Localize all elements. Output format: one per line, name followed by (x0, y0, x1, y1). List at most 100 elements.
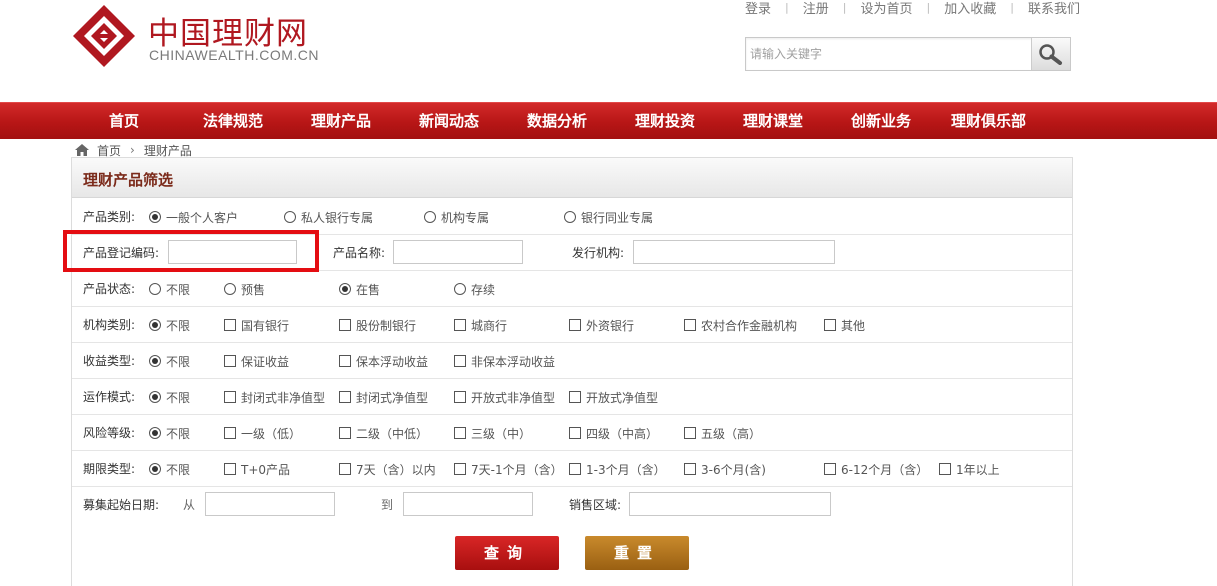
check-open-non-nav[interactable]: 开放式非净值型 (454, 379, 555, 415)
set-homepage-link[interactable]: 设为首页 (852, 0, 920, 17)
checkbox[interactable] (454, 391, 466, 403)
checkbox[interactable] (224, 427, 236, 439)
check-term-t0[interactable]: T+0产品 (224, 451, 290, 487)
radio-checked[interactable] (149, 211, 161, 223)
contact-link[interactable]: 联系我们 (1020, 0, 1088, 17)
date-from-input[interactable] (205, 492, 335, 516)
radio-checked[interactable] (149, 427, 161, 439)
radio-status-any[interactable]: 不限 (149, 271, 190, 307)
check-foreign-bank[interactable]: 外资银行 (569, 307, 634, 343)
check-non-protected[interactable]: 非保本浮动收益 (454, 343, 555, 379)
radio[interactable] (564, 211, 576, 223)
query-button[interactable]: 查询 (455, 536, 559, 570)
reset-button[interactable]: 重置 (585, 536, 689, 570)
reg-code-input[interactable] (168, 240, 297, 264)
check-term-6-12m[interactable]: 6-12个月（含） (824, 451, 928, 487)
product-name-input[interactable] (393, 240, 523, 264)
checkbox[interactable] (224, 319, 236, 331)
radio-checked[interactable] (149, 355, 161, 367)
nav-innovation[interactable]: 创新业务 (851, 103, 911, 140)
radio[interactable] (424, 211, 436, 223)
date-to-input[interactable] (403, 492, 533, 516)
checkbox[interactable] (224, 391, 236, 403)
check-joint-stock-bank[interactable]: 股份制银行 (339, 307, 416, 343)
check-term-7d-1m[interactable]: 7天-1个月（含） (454, 451, 563, 487)
checkbox[interactable] (569, 319, 581, 331)
check-open-nav[interactable]: 开放式净值型 (569, 379, 658, 415)
issuer-input[interactable] (633, 240, 835, 264)
radio-risk-any[interactable]: 不限 (149, 415, 190, 451)
add-favorite-link[interactable]: 加入收藏 (936, 0, 1004, 17)
check-closed-nav[interactable]: 封闭式净值型 (339, 379, 428, 415)
radio[interactable] (224, 283, 236, 295)
checkbox[interactable] (224, 355, 236, 367)
radio-status-existing[interactable]: 存续 (454, 271, 495, 307)
nav-classroom[interactable]: 理财课堂 (743, 103, 803, 140)
checkbox[interactable] (684, 319, 696, 331)
radio[interactable] (284, 211, 296, 223)
radio[interactable] (454, 283, 466, 295)
check-guaranteed[interactable]: 保证收益 (224, 343, 289, 379)
nav-data[interactable]: 数据分析 (527, 103, 587, 140)
radio-category-general[interactable]: 一般个人客户 (149, 199, 238, 235)
nav-club[interactable]: 理财俱乐部 (951, 103, 1026, 140)
search-input[interactable] (750, 44, 1028, 64)
breadcrumb-home[interactable]: 首页 (97, 142, 121, 159)
radio-status-presale[interactable]: 预售 (224, 271, 265, 307)
radio-checked[interactable] (149, 463, 161, 475)
nav-law[interactable]: 法律规范 (203, 103, 263, 140)
radio-term-any[interactable]: 不限 (149, 451, 190, 487)
register-link[interactable]: 注册 (795, 0, 837, 17)
checkbox[interactable] (454, 463, 466, 475)
nav-invest[interactable]: 理财投资 (635, 103, 695, 140)
check-term-1-3m[interactable]: 1-3个月（含） (569, 451, 666, 487)
checkbox[interactable] (684, 427, 696, 439)
checkbox[interactable] (339, 355, 351, 367)
checkbox[interactable] (224, 463, 236, 475)
radio-status-onsale[interactable]: 在售 (339, 271, 380, 307)
radio[interactable] (149, 283, 161, 295)
checkbox[interactable] (684, 463, 696, 475)
nav-home[interactable]: 首页 (109, 103, 139, 140)
nav-products[interactable]: 理财产品 (311, 103, 371, 140)
checkbox[interactable] (569, 427, 581, 439)
check-risk-5[interactable]: 五级（高） (684, 415, 761, 451)
radio-checked[interactable] (339, 283, 351, 295)
check-state-bank[interactable]: 国有银行 (224, 307, 289, 343)
checkbox[interactable] (339, 391, 351, 403)
check-term-7d[interactable]: 7天（含）以内 (339, 451, 436, 487)
radio-institution-any[interactable]: 不限 (149, 307, 190, 343)
check-city-bank[interactable]: 城商行 (454, 307, 507, 343)
check-risk-3[interactable]: 三级（中） (454, 415, 531, 451)
checkbox[interactable] (569, 391, 581, 403)
login-link[interactable]: 登录 (737, 0, 779, 17)
check-rural-coop[interactable]: 农村合作金融机构 (684, 307, 797, 343)
check-term-3-6m[interactable]: 3-6个月(含) (684, 451, 766, 487)
checkbox[interactable] (824, 319, 836, 331)
radio-category-institution[interactable]: 机构专属 (424, 199, 489, 235)
radio-category-private[interactable]: 私人银行专属 (284, 199, 373, 235)
checkbox[interactable] (454, 319, 466, 331)
checkbox[interactable] (454, 355, 466, 367)
check-term-1y-plus[interactable]: 1年以上 (939, 451, 1000, 487)
checkbox[interactable] (339, 463, 351, 475)
check-risk-1[interactable]: 一级（低） (224, 415, 301, 451)
check-risk-2[interactable]: 二级（中低） (339, 415, 428, 451)
checkbox[interactable] (939, 463, 951, 475)
radio-category-interbank[interactable]: 银行同业专属 (564, 199, 653, 235)
checkbox[interactable] (454, 427, 466, 439)
check-other-institution[interactable]: 其他 (824, 307, 865, 343)
radio-checked[interactable] (149, 319, 161, 331)
check-closed-non-nav[interactable]: 封闭式非净值型 (224, 379, 325, 415)
search-button[interactable] (1031, 38, 1070, 70)
region-input[interactable] (629, 492, 831, 516)
check-principal-protected[interactable]: 保本浮动收益 (339, 343, 428, 379)
nav-news[interactable]: 新闻动态 (419, 103, 479, 140)
checkbox[interactable] (339, 319, 351, 331)
radio-operation-any[interactable]: 不限 (149, 379, 190, 415)
radio-yield-any[interactable]: 不限 (149, 343, 190, 379)
checkbox[interactable] (824, 463, 836, 475)
site-logo[interactable]: 中国理财网 CHINAWEALTH.COM.CN (72, 4, 319, 68)
checkbox[interactable] (339, 427, 351, 439)
check-risk-4[interactable]: 四级（中高） (569, 415, 658, 451)
